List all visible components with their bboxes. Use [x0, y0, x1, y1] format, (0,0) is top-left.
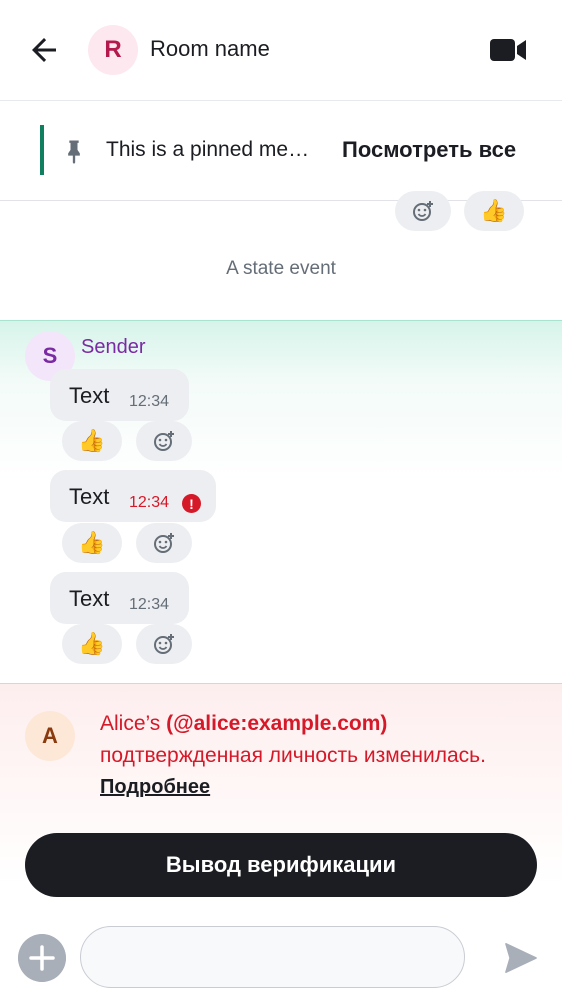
- message-timestamp: 12:34: [129, 596, 170, 613]
- alert-message: подтвержденная личность изменилась.: [100, 744, 486, 767]
- send-icon[interactable]: [500, 938, 542, 978]
- reaction-emoji: 👍: [480, 198, 508, 223]
- pinned-message-text: This is a pinned me…: [106, 138, 310, 161]
- add-reaction-icon: [413, 201, 433, 221]
- reaction-emoji: 👍: [78, 530, 106, 555]
- send-failed-icon[interactable]: !: [182, 494, 201, 513]
- add-reaction-button[interactable]: [136, 421, 192, 461]
- sender-name[interactable]: Sender: [81, 336, 146, 359]
- room-avatar-letter: R: [104, 36, 122, 63]
- reaction-chip[interactable]: 👍: [464, 191, 524, 231]
- video-call-icon[interactable]: [488, 34, 528, 66]
- add-reaction-button[interactable]: [136, 624, 192, 664]
- alert-user-name: Alice’s: [100, 712, 161, 735]
- message-timestamp: 12:34: [129, 393, 170, 410]
- reaction-chip[interactable]: 👍: [62, 624, 122, 664]
- message-bubble[interactable]: Text 12:34: [50, 572, 189, 624]
- pinned-indicator-bar: [40, 125, 44, 175]
- add-reaction-icon: [154, 634, 174, 654]
- plus-icon[interactable]: [18, 934, 66, 982]
- add-reaction-icon: [154, 431, 174, 451]
- pin-icon: [68, 140, 80, 164]
- sender-avatar-letter: S: [42, 343, 58, 368]
- state-event: A state event: [226, 258, 336, 279]
- pinned-message-banner[interactable]: This is a pinned me… Посмотреть все: [0, 100, 562, 201]
- message-text: Text: [69, 484, 110, 509]
- room-name[interactable]: Room name: [150, 36, 270, 62]
- message-text: Text: [69, 586, 110, 611]
- view-all-pinned-button[interactable]: Посмотреть все: [342, 137, 516, 163]
- add-reaction-button[interactable]: [136, 523, 192, 563]
- add-reaction-icon: [154, 533, 174, 553]
- message-composer-input[interactable]: [80, 926, 465, 988]
- reaction-emoji: 👍: [78, 631, 106, 656]
- withdraw-verification-button[interactable]: Вывод верификации: [25, 833, 537, 897]
- room-avatar[interactable]: R: [88, 25, 138, 75]
- learn-more-link[interactable]: Подробнее: [100, 776, 210, 799]
- message-timestamp: 12:34: [129, 494, 170, 511]
- alice-avatar-letter: A: [42, 723, 58, 748]
- alert-user-id: (@alice:example.com): [166, 712, 388, 735]
- arrow-left-icon[interactable]: [26, 32, 62, 68]
- reaction-emoji: 👍: [78, 428, 106, 453]
- reaction-chip[interactable]: 👍: [62, 523, 122, 563]
- reaction-chip[interactable]: 👍: [62, 421, 122, 461]
- add-reaction-button[interactable]: [395, 191, 451, 231]
- alert-user-line: Alice’s (@alice:example.com): [100, 712, 387, 736]
- top-app-bar: R Room name: [0, 0, 562, 100]
- message-bubble[interactable]: Text 12:34: [50, 369, 189, 421]
- message-bubble[interactable]: Text 12:34 !: [50, 470, 216, 522]
- message-text: Text: [69, 383, 110, 408]
- alice-avatar: A: [25, 711, 75, 761]
